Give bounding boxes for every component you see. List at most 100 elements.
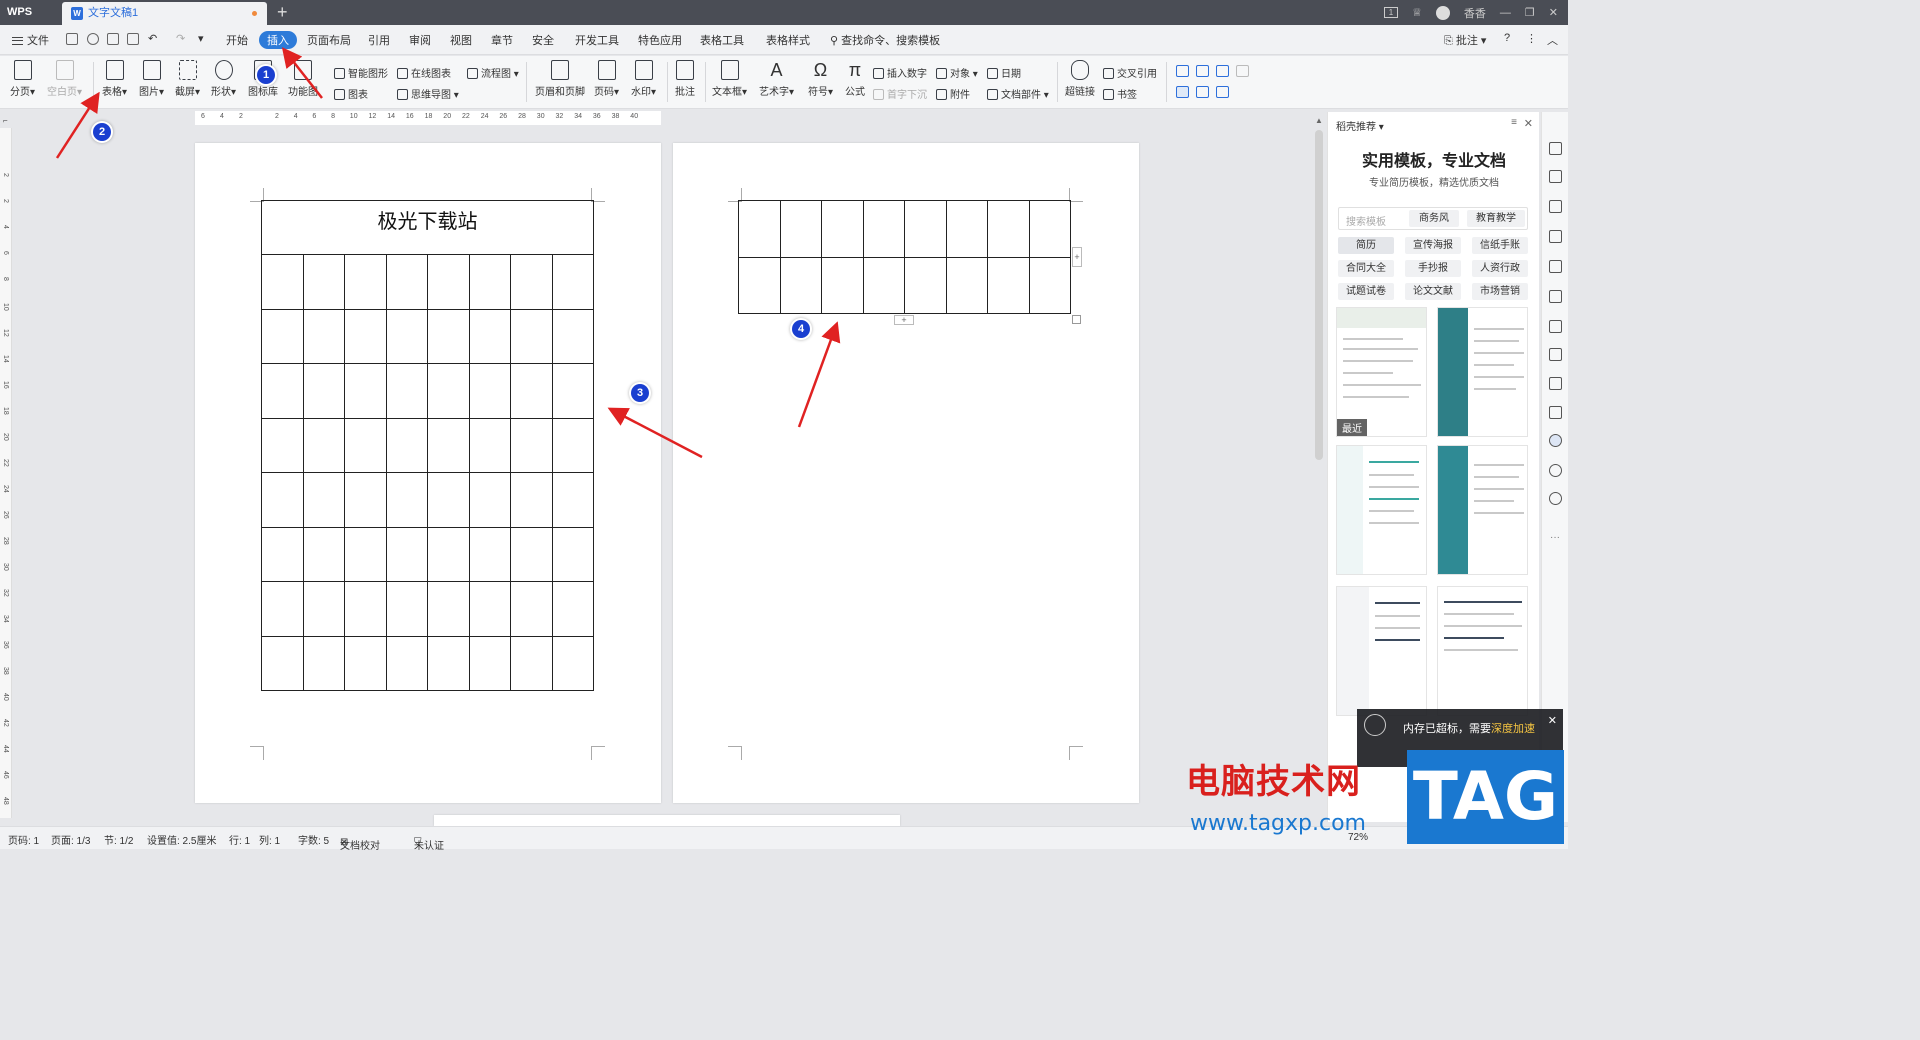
quick-access-more-icon[interactable]: ▾ <box>198 32 204 45</box>
table-cell[interactable] <box>344 581 387 637</box>
table-cell[interactable] <box>510 363 553 419</box>
document-table-2[interactable] <box>738 200 1071 314</box>
undo-icon[interactable]: ↶ <box>148 32 157 45</box>
table-cell[interactable] <box>551 581 594 637</box>
template-thumbnail[interactable]: 最近 <box>1336 307 1427 437</box>
table-cell[interactable] <box>862 256 905 314</box>
table-title-cell[interactable]: 极光下载站 <box>261 200 594 255</box>
chip-marketing[interactable]: 市场营销 <box>1472 283 1528 300</box>
table-cell[interactable] <box>904 256 947 314</box>
comment-toggle[interactable]: ⎘ 批注 ▾ <box>1444 32 1486 48</box>
table-cell[interactable] <box>468 526 511 582</box>
table-cell[interactable] <box>261 472 304 528</box>
table-cell[interactable] <box>551 308 594 364</box>
document-scrollbar[interactable] <box>1315 130 1323 460</box>
table-cell[interactable] <box>821 256 864 314</box>
template-thumbnail[interactable] <box>1437 445 1528 575</box>
table-cell[interactable] <box>779 256 822 314</box>
table-cell[interactable] <box>510 254 553 310</box>
window-count-badge[interactable]: 1 <box>1384 7 1399 18</box>
chart-button[interactable]: 图表 <box>334 86 368 101</box>
panel-close-icon[interactable]: ✕ <box>1524 117 1533 130</box>
badge-icon[interactable] <box>1549 492 1562 505</box>
table-cell[interactable] <box>427 472 470 528</box>
table-cell[interactable] <box>385 472 428 528</box>
save-icon[interactable] <box>66 33 78 45</box>
table-cell[interactable] <box>1028 256 1071 314</box>
drop-cap-button[interactable]: 首字下沉 <box>873 86 927 101</box>
table-tool-icon[interactable] <box>1549 260 1562 273</box>
pointer-icon[interactable] <box>1549 170 1562 183</box>
tab-developer[interactable]: 开发工具 <box>575 32 619 48</box>
table-cell[interactable] <box>468 363 511 419</box>
flowchart-button[interactable]: 流程图 ▾ <box>467 65 519 80</box>
close-icon[interactable]: ✕ <box>1549 6 1558 19</box>
table-cell[interactable] <box>344 417 387 473</box>
document-page-2[interactable]: + + <box>673 143 1139 803</box>
table-cell[interactable] <box>261 635 304 691</box>
skin-icon[interactable]: ♕ <box>1412 6 1422 19</box>
picture-button[interactable]: 图片▾ <box>139 60 164 98</box>
tab-chapter[interactable]: 章节 <box>491 32 513 48</box>
history-icon[interactable] <box>1549 464 1562 477</box>
table-cell[interactable] <box>510 635 553 691</box>
more-options-icon[interactable]: ⋮ <box>1526 32 1537 45</box>
status-col[interactable]: 列: 1 <box>259 832 280 847</box>
table-cell[interactable] <box>261 254 304 310</box>
table-cell[interactable] <box>344 526 387 582</box>
tab-review[interactable]: 审阅 <box>409 32 431 48</box>
doc-parts-button[interactable]: 文档部件 ▾ <box>987 86 1049 101</box>
command-search[interactable]: ⚲ 查找命令、搜索模板 <box>830 32 940 48</box>
archive-icon[interactable] <box>1549 377 1562 390</box>
table-cell[interactable] <box>385 581 428 637</box>
table-cell[interactable] <box>385 526 428 582</box>
wordart-button[interactable]: A 艺术字▾ <box>759 60 794 98</box>
fill-icon[interactable] <box>1549 230 1562 243</box>
table-cell[interactable] <box>344 472 387 528</box>
template-thumbnail[interactable] <box>1437 586 1528 716</box>
table-cell[interactable] <box>551 254 594 310</box>
properties-icon[interactable] <box>1196 86 1209 98</box>
table-cell[interactable] <box>302 417 345 473</box>
table-cell[interactable] <box>302 526 345 582</box>
chip-thesis[interactable]: 论文文献 <box>1405 283 1461 300</box>
image-control-icon[interactable] <box>1236 65 1249 77</box>
table-cell[interactable] <box>738 200 781 258</box>
table-cell[interactable] <box>468 254 511 310</box>
tag-business[interactable]: 商务风 <box>1409 210 1459 227</box>
template-thumbnail[interactable] <box>1336 586 1427 716</box>
redo-icon[interactable]: ↷ <box>176 32 185 45</box>
table-cell[interactable] <box>344 363 387 419</box>
tab-table-style[interactable]: 表格样式 <box>766 32 810 48</box>
table-cell[interactable] <box>261 581 304 637</box>
table-cell[interactable] <box>302 635 345 691</box>
tab-references[interactable]: 引用 <box>368 32 390 48</box>
table-cell[interactable] <box>427 635 470 691</box>
page-break-button[interactable]: 分页▾ <box>10 60 35 98</box>
attachment-button[interactable]: 附件 <box>936 86 970 101</box>
tab-table-tools[interactable]: 表格工具 <box>700 32 744 48</box>
document-tab[interactable]: W 文字文稿1 <box>62 2 267 25</box>
code-view-icon[interactable] <box>1216 86 1229 98</box>
format-painter-icon[interactable] <box>87 33 99 45</box>
table-cell[interactable] <box>945 256 988 314</box>
more-tools-icon[interactable]: ··· <box>1550 532 1560 543</box>
watermark-button[interactable]: 水印▾ <box>631 60 656 98</box>
table-cell[interactable] <box>385 254 428 310</box>
tab-insert[interactable]: 插入 <box>259 31 297 49</box>
table-cell[interactable] <box>468 581 511 637</box>
bookmark-button[interactable]: 书签 <box>1103 86 1137 101</box>
symbol-button[interactable]: Ω 符号▾ <box>808 60 833 98</box>
design-mode-icon[interactable] <box>1176 86 1189 98</box>
table-resize-handle[interactable] <box>1072 315 1081 324</box>
document-page-1[interactable]: 极光下载站 <box>195 143 661 803</box>
chip-poster[interactable]: 宣传海报 <box>1405 237 1461 254</box>
comment-button[interactable]: 批注 <box>675 60 695 98</box>
panel-menu-icon[interactable]: ≡ <box>1511 117 1517 128</box>
print-preview-icon[interactable] <box>127 33 139 45</box>
add-column-handle[interactable]: + <box>1072 247 1082 267</box>
scroll-up-icon[interactable]: ▲ <box>1315 116 1323 125</box>
smart-shape-button[interactable]: 智能图形 <box>334 65 388 80</box>
function-chart-button[interactable]: 功能图 <box>288 60 318 98</box>
tab-home[interactable]: 开始 <box>226 32 248 48</box>
